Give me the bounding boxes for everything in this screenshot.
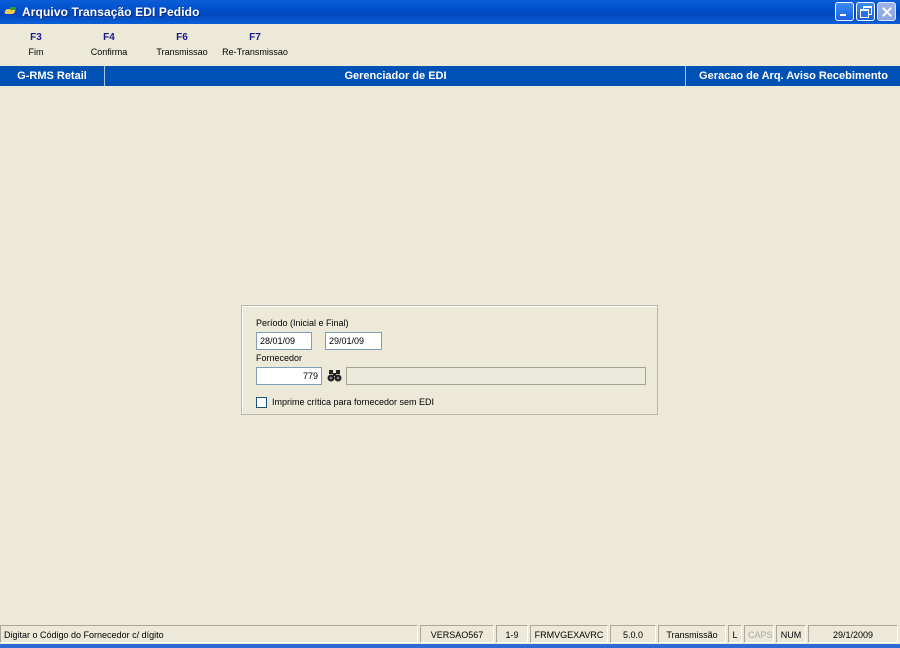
toolbar-label: Fim bbox=[28, 47, 44, 57]
restore-icon bbox=[857, 3, 874, 20]
toolbar-f3-fim[interactable]: F3 Fim bbox=[22, 28, 50, 57]
minimize-button[interactable] bbox=[835, 2, 854, 21]
toolbar-key: F3 bbox=[30, 32, 42, 43]
header-screen-name: Geracao de Arq. Aviso Recebimento bbox=[699, 70, 888, 82]
toolbar-label: Re-Transmissao bbox=[222, 47, 288, 57]
app-icon bbox=[4, 6, 18, 18]
imprime-critica-label: Imprime crítica para fornecedor sem EDI bbox=[272, 397, 435, 407]
status-l-flag: L bbox=[728, 625, 742, 643]
status-num: NUM bbox=[776, 625, 806, 643]
header-module-name: Gerenciador de EDI bbox=[106, 66, 686, 86]
window-bottom-border bbox=[0, 644, 900, 648]
toolbar-key: F6 bbox=[176, 32, 188, 43]
status-message: Digitar o Código do Fornecedor c/ dígito bbox=[0, 625, 418, 643]
window-controls bbox=[835, 2, 896, 21]
find-fornecedor-button[interactable] bbox=[325, 367, 345, 385]
function-key-toolbar: F3 Fim F4 Confirma F6 Transmissao F7 Re-… bbox=[0, 28, 900, 64]
imprime-critica-checkbox[interactable] bbox=[256, 397, 267, 408]
window-title: Arquivo Transação EDI Pedido bbox=[22, 5, 200, 19]
toolbar-label: Transmissao bbox=[156, 47, 208, 57]
close-icon bbox=[878, 3, 895, 20]
status-caps: CAPS bbox=[744, 625, 774, 643]
fornecedor-nome-field bbox=[346, 367, 646, 385]
fornecedor-label: Fornecedor bbox=[256, 353, 303, 363]
minimize-icon bbox=[836, 3, 853, 20]
periodo-label: Período (Inicial e Final) bbox=[256, 318, 349, 328]
toolbar-f6-transmissao[interactable]: F6 Transmissao bbox=[153, 28, 211, 57]
toolbar-label: Confirma bbox=[90, 47, 128, 57]
data-inicial-input[interactable]: 28/01/09 bbox=[256, 332, 312, 350]
data-final-input[interactable]: 29/01/09 bbox=[325, 332, 382, 350]
toolbar-f4-confirma[interactable]: F4 Confirma bbox=[86, 28, 132, 57]
header-app-name: G-RMS Retail bbox=[0, 66, 105, 86]
status-date: 29/1/2009 bbox=[808, 625, 898, 643]
toolbar-key: F4 bbox=[103, 32, 115, 43]
toolbar-key: F7 bbox=[249, 32, 261, 43]
status-form-name: FRMVGEXAVRC bbox=[530, 625, 608, 643]
restore-button[interactable] bbox=[856, 2, 875, 21]
fornecedor-codigo-input[interactable]: 779 bbox=[256, 367, 322, 385]
toolbar-f7-re-transmissao[interactable]: F7 Re-Transmissao bbox=[219, 28, 291, 57]
status-versao: VERSAO567 bbox=[420, 625, 494, 643]
status-bar: Digitar o Código do Fornecedor c/ dígito… bbox=[0, 624, 900, 644]
status-mode: Transmissão bbox=[658, 625, 726, 643]
status-app-version: 5.0.0 bbox=[610, 625, 656, 643]
status-page: 1-9 bbox=[496, 625, 528, 643]
filter-group: Período (Inicial e Final) 28/01/09 29/01… bbox=[241, 305, 658, 415]
main-window: Arquivo Transação EDI Pedido F3 Fim F4 C… bbox=[0, 0, 900, 648]
binoculars-icon bbox=[327, 370, 342, 382]
title-bar[interactable]: Arquivo Transação EDI Pedido bbox=[0, 0, 900, 24]
close-button[interactable] bbox=[877, 2, 896, 21]
header-band: G-RMS Retail Gerenciador de EDI Geracao … bbox=[0, 66, 900, 86]
